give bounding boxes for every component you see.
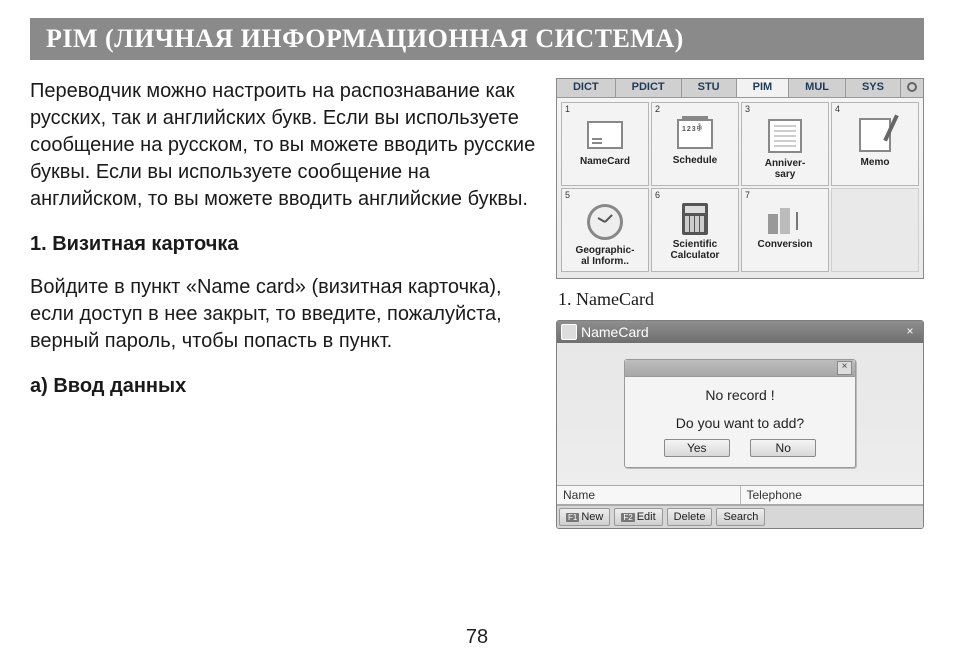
tab-dict[interactable]: DICT: [557, 79, 616, 97]
tab-stu[interactable]: STU: [682, 79, 737, 97]
delete-button[interactable]: Delete: [667, 508, 713, 526]
pim-tabs: DICT PDICT STU PIM MUL SYS: [557, 79, 923, 98]
page-title: PIM (ЛИЧНАЯ ИНФОРМАЦИОННАЯ СИСТЕМА): [30, 18, 924, 60]
footer-toolbar: F1New F2Edit Delete Search: [557, 505, 923, 528]
app-geo[interactable]: 5 Geographic- al Inform..: [561, 188, 649, 272]
cell-label: Geographic- al Inform..: [562, 246, 648, 267]
f2-badge: F2: [621, 513, 634, 522]
cell-number: 2: [655, 104, 660, 114]
memo-icon: [859, 118, 891, 152]
cell-label: Conversion: [742, 240, 828, 251]
cell-label: NameCard: [562, 157, 648, 168]
cell-number: 3: [745, 104, 750, 114]
column-headers: Name Telephone: [557, 485, 923, 505]
cell-label: Memo: [832, 158, 918, 169]
tab-settings[interactable]: [901, 79, 923, 97]
cell-label: Schedule: [652, 156, 738, 167]
dialog-close-icon[interactable]: ×: [837, 361, 852, 375]
cell-number: 6: [655, 190, 660, 200]
app-conversion[interactable]: 7 Conversion: [741, 188, 829, 272]
app-schedule[interactable]: 2 Schedule: [651, 102, 739, 186]
namecard-window: NameCard × × No record ! Do you want to …: [556, 320, 924, 529]
pim-app-grid: 1 NameCard 2 Schedule 3 Anniver- sary: [557, 98, 923, 278]
bars-icon: [768, 206, 802, 234]
namecard-icon: [587, 121, 623, 149]
gear-icon: [907, 82, 917, 92]
calculator-icon: [682, 203, 708, 235]
cell-label: Scientific Calculator: [652, 240, 738, 261]
manual-page: PIM (ЛИЧНАЯ ИНФОРМАЦИОННАЯ СИСТЕМА) Пере…: [0, 0, 954, 655]
col-name: Name: [557, 486, 741, 504]
app-memo[interactable]: 4 Memo: [831, 102, 919, 186]
yes-button[interactable]: Yes: [664, 439, 730, 457]
selection-hint: 1. NameCard: [558, 289, 924, 310]
new-button[interactable]: F1New: [559, 508, 610, 526]
dialog-line1: No record !: [625, 377, 855, 405]
cell-number: 4: [835, 104, 840, 114]
close-icon[interactable]: ×: [903, 325, 917, 339]
no-button[interactable]: No: [750, 439, 816, 457]
app-namecard[interactable]: 1 NameCard: [561, 102, 649, 186]
window-icon: [561, 324, 577, 340]
paragraph-namecard: Войдите в пункт «Name card» (визитная ка…: [30, 274, 538, 355]
screenshot-column: DICT PDICT STU PIM MUL SYS 1 NameCard 2: [556, 78, 924, 529]
app-calculator[interactable]: 6 Scientific Calculator: [651, 188, 739, 272]
section-heading-1: 1. Визитная карточка: [30, 231, 538, 258]
paragraph-intro: Переводчик можно настроить на распознава…: [30, 78, 538, 213]
window-title: NameCard: [581, 324, 649, 340]
page-number: 78: [0, 626, 954, 649]
tab-sys[interactable]: SYS: [846, 79, 901, 97]
window-titlebar: NameCard ×: [557, 321, 923, 343]
cell-number: 7: [745, 190, 750, 200]
window-body: × No record ! Do you want to add? Yes No: [557, 343, 923, 485]
tab-pdict[interactable]: PDICT: [616, 79, 682, 97]
cell-number: 5: [565, 190, 570, 200]
anniversary-icon: [768, 119, 802, 153]
globe-clock-icon: [587, 204, 623, 240]
dialog-titlebar: ×: [625, 360, 855, 377]
dialog-box: × No record ! Do you want to add? Yes No: [624, 359, 856, 468]
edit-button[interactable]: F2Edit: [614, 508, 662, 526]
pim-window: DICT PDICT STU PIM MUL SYS 1 NameCard 2: [556, 78, 924, 279]
app-anniversary[interactable]: 3 Anniver- sary: [741, 102, 829, 186]
cell-label: Anniver- sary: [742, 159, 828, 180]
cell-number: 1: [565, 104, 570, 114]
f1-badge: F1: [566, 513, 579, 522]
app-empty: [831, 188, 919, 272]
col-telephone: Telephone: [741, 486, 924, 504]
search-button[interactable]: Search: [716, 508, 765, 526]
dialog-line2: Do you want to add?: [625, 405, 855, 433]
tab-pim[interactable]: PIM: [737, 79, 790, 97]
tab-mul[interactable]: MUL: [789, 79, 846, 97]
calendar-icon: [677, 119, 713, 149]
body-text: Переводчик можно настроить на распознава…: [30, 78, 542, 529]
section-heading-2: a) Ввод данных: [30, 373, 538, 400]
